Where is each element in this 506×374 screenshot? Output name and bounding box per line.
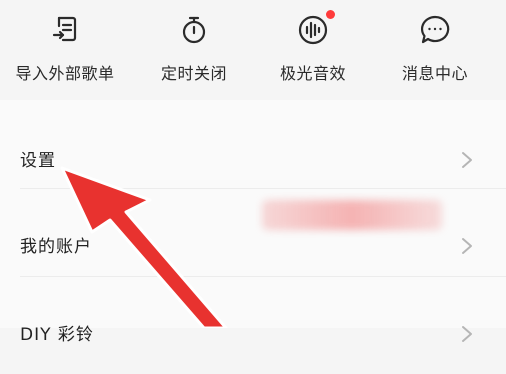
import-playlist-icon [49, 14, 81, 46]
sleep-timer-label: 定时关闭 [160, 64, 227, 83]
notification-dot [326, 10, 335, 19]
timer-icon [178, 14, 210, 46]
message-center-button[interactable]: 消息中心 [372, 0, 498, 100]
sound-effect-icon [297, 10, 335, 46]
diy-ringtone-row[interactable]: DIY 彩铃 [0, 286, 506, 374]
chevron-right-icon [460, 236, 474, 256]
import-playlist-label: 导入外部歌单 [15, 64, 115, 83]
divider [20, 188, 506, 189]
blurred-promo-banner [262, 200, 442, 230]
divider [20, 276, 506, 277]
sound-effect-label: 极光音效 [279, 64, 346, 83]
sleep-timer-button[interactable]: 定时关闭 [131, 0, 257, 100]
message-icon [419, 14, 451, 46]
settings-label: 设置 [20, 151, 56, 171]
import-playlist-button[interactable]: 导入外部歌单 [2, 0, 128, 100]
diy-ringtone-label: DIY 彩铃 [20, 325, 94, 345]
message-center-label: 消息中心 [401, 64, 468, 83]
settings-row[interactable]: 设置 [0, 112, 506, 200]
my-account-label: 我的账户 [20, 237, 92, 257]
sound-effect-button[interactable]: 极光音效 [250, 0, 376, 100]
chevron-right-icon [460, 324, 474, 344]
chevron-right-icon [460, 150, 474, 170]
quick-actions-bar: 导入外部歌单 定时关闭 极光音效 消息中心 [0, 0, 506, 100]
